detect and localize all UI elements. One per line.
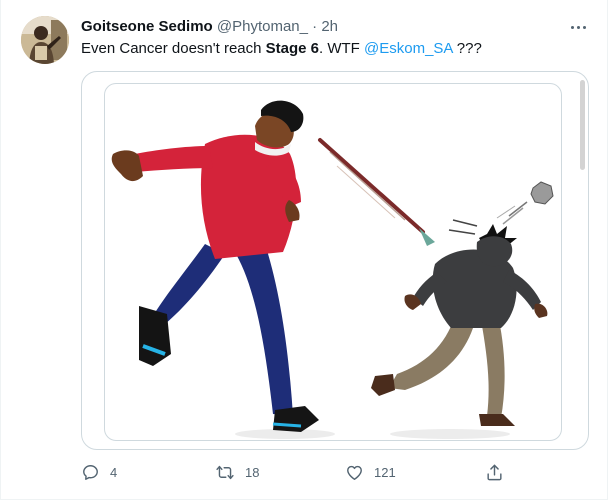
reply-button[interactable]: 4	[81, 461, 117, 483]
tweet-header: Goitseone Sedimo @Phytoman_ · 2h	[81, 17, 338, 37]
mention-link[interactable]: @Eskom_SA	[364, 40, 453, 57]
tweet-media[interactable]	[81, 71, 589, 450]
share-button[interactable]	[485, 461, 504, 483]
tweet-actions: 4 18 121	[81, 461, 589, 483]
tweet-text-end: ???	[452, 40, 482, 57]
tweet-text: Even Cancer doesn't reach Stage 6. WTF @…	[81, 39, 482, 59]
like-count: 121	[374, 464, 396, 480]
separator-dot: ·	[312, 18, 318, 35]
author-name[interactable]: Goitseone Sedimo	[81, 18, 213, 35]
retweet-count: 18	[245, 464, 260, 480]
like-icon	[347, 465, 362, 480]
avatar-image	[21, 16, 69, 64]
tweet-text-middle: . WTF	[319, 40, 364, 57]
retweet-button[interactable]: 18	[215, 461, 259, 483]
reply-count: 4	[110, 464, 118, 480]
author-handle[interactable]: @Phytoman_	[217, 18, 308, 35]
cartoon-illustration	[111, 100, 554, 439]
avatar[interactable]	[21, 16, 69, 64]
reply-icon	[83, 464, 98, 480]
retweet-icon	[216, 465, 234, 479]
like-button[interactable]: 121	[345, 461, 396, 483]
timestamp[interactable]: 2h	[321, 18, 338, 35]
more-dot	[582, 25, 586, 29]
cartoon-image	[104, 83, 562, 441]
media-scrollbar[interactable]	[580, 80, 585, 170]
tweet-text-start: Even Cancer doesn't reach	[81, 40, 266, 57]
tweet-card[interactable]: Goitseone Sedimo @Phytoman_ · 2h Even Ca…	[0, 0, 608, 500]
share-icon	[487, 464, 502, 480]
more-dot	[576, 25, 580, 29]
more-options-button[interactable]	[567, 17, 589, 37]
more-horizontal-icon	[570, 25, 574, 29]
tweet-text-bold: Stage 6	[265, 40, 319, 57]
